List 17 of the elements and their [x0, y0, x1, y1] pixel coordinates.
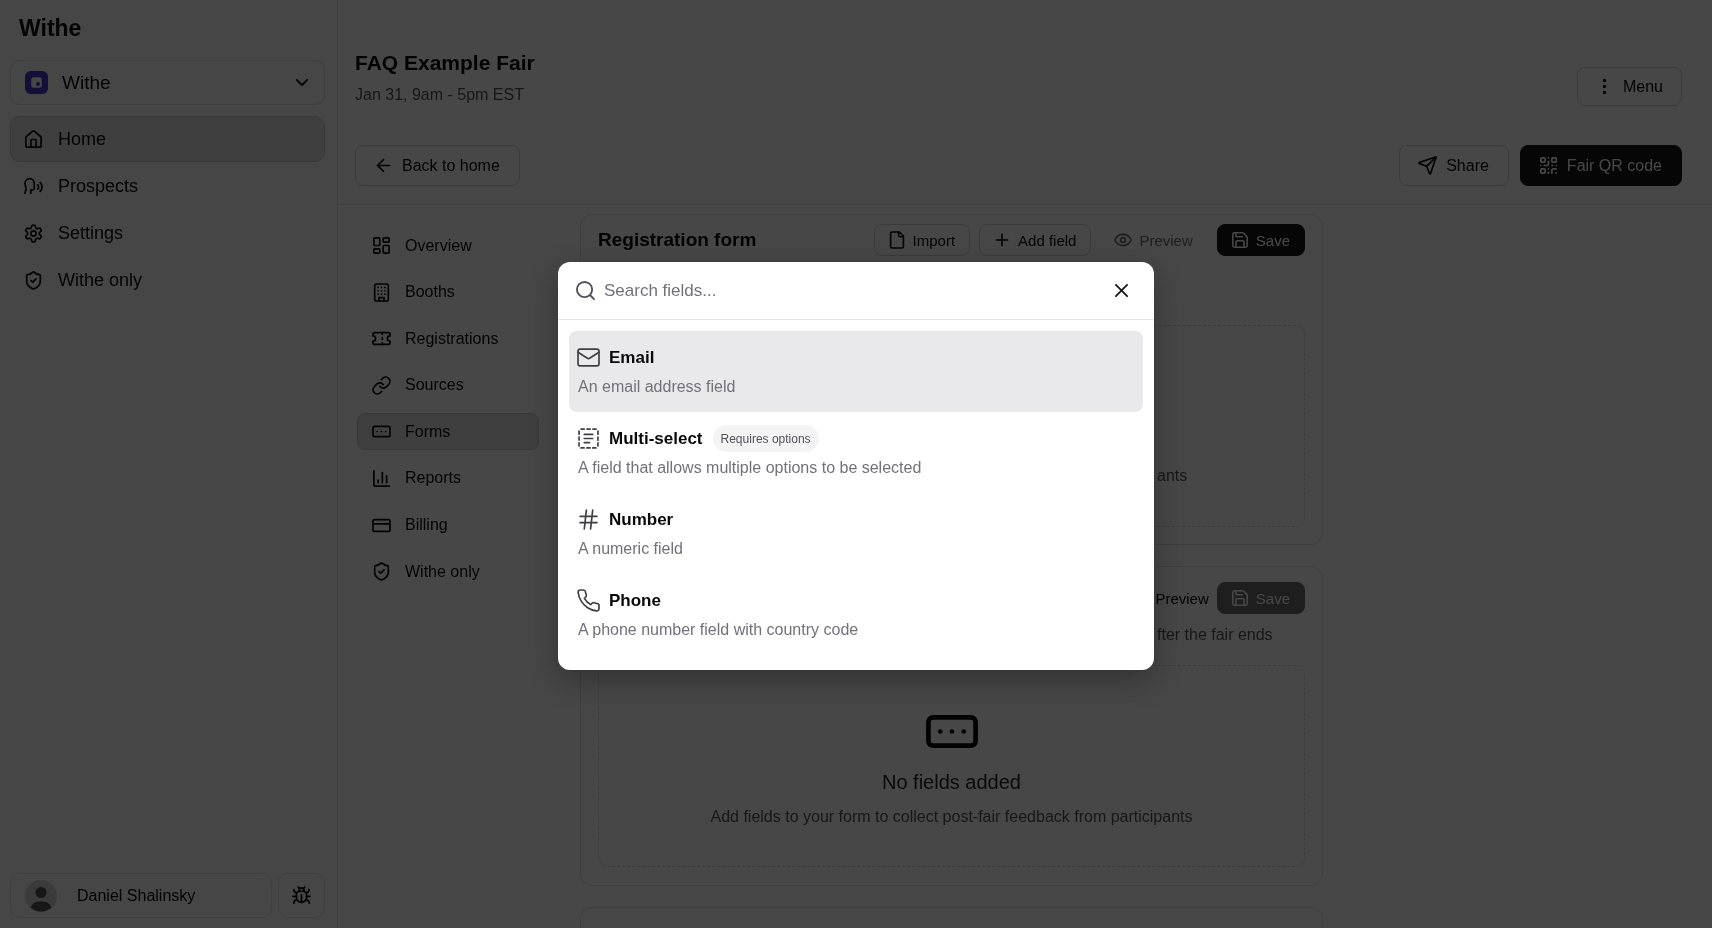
preview-button[interactable]: Preview	[1152, 582, 1212, 614]
hash-icon	[578, 509, 599, 530]
field-option[interactable]: Number A numeric field	[569, 493, 1143, 574]
mail-icon	[578, 347, 599, 368]
field-option[interactable]: Phone A phone number field with country code	[569, 574, 1143, 655]
dashed-list-icon	[578, 428, 599, 449]
field-option[interactable]: Email An email address field	[569, 331, 1143, 412]
search-field[interactable]: Search fields...	[604, 272, 1101, 309]
phone-icon	[578, 590, 599, 611]
page-title: FAQ Example Fair	[355, 50, 535, 76]
search-icon	[576, 281, 595, 300]
field-option[interactable]: Multi-select Requires options A field that allows multiple options to be selected	[569, 412, 1143, 493]
card-title: Registration form	[598, 228, 757, 252]
requirement-badge: Requires options	[712, 425, 819, 452]
close-icon	[1114, 284, 1128, 297]
app-title: Withe	[19, 14, 82, 42]
empty-state-title: No fields added	[882, 770, 1021, 795]
